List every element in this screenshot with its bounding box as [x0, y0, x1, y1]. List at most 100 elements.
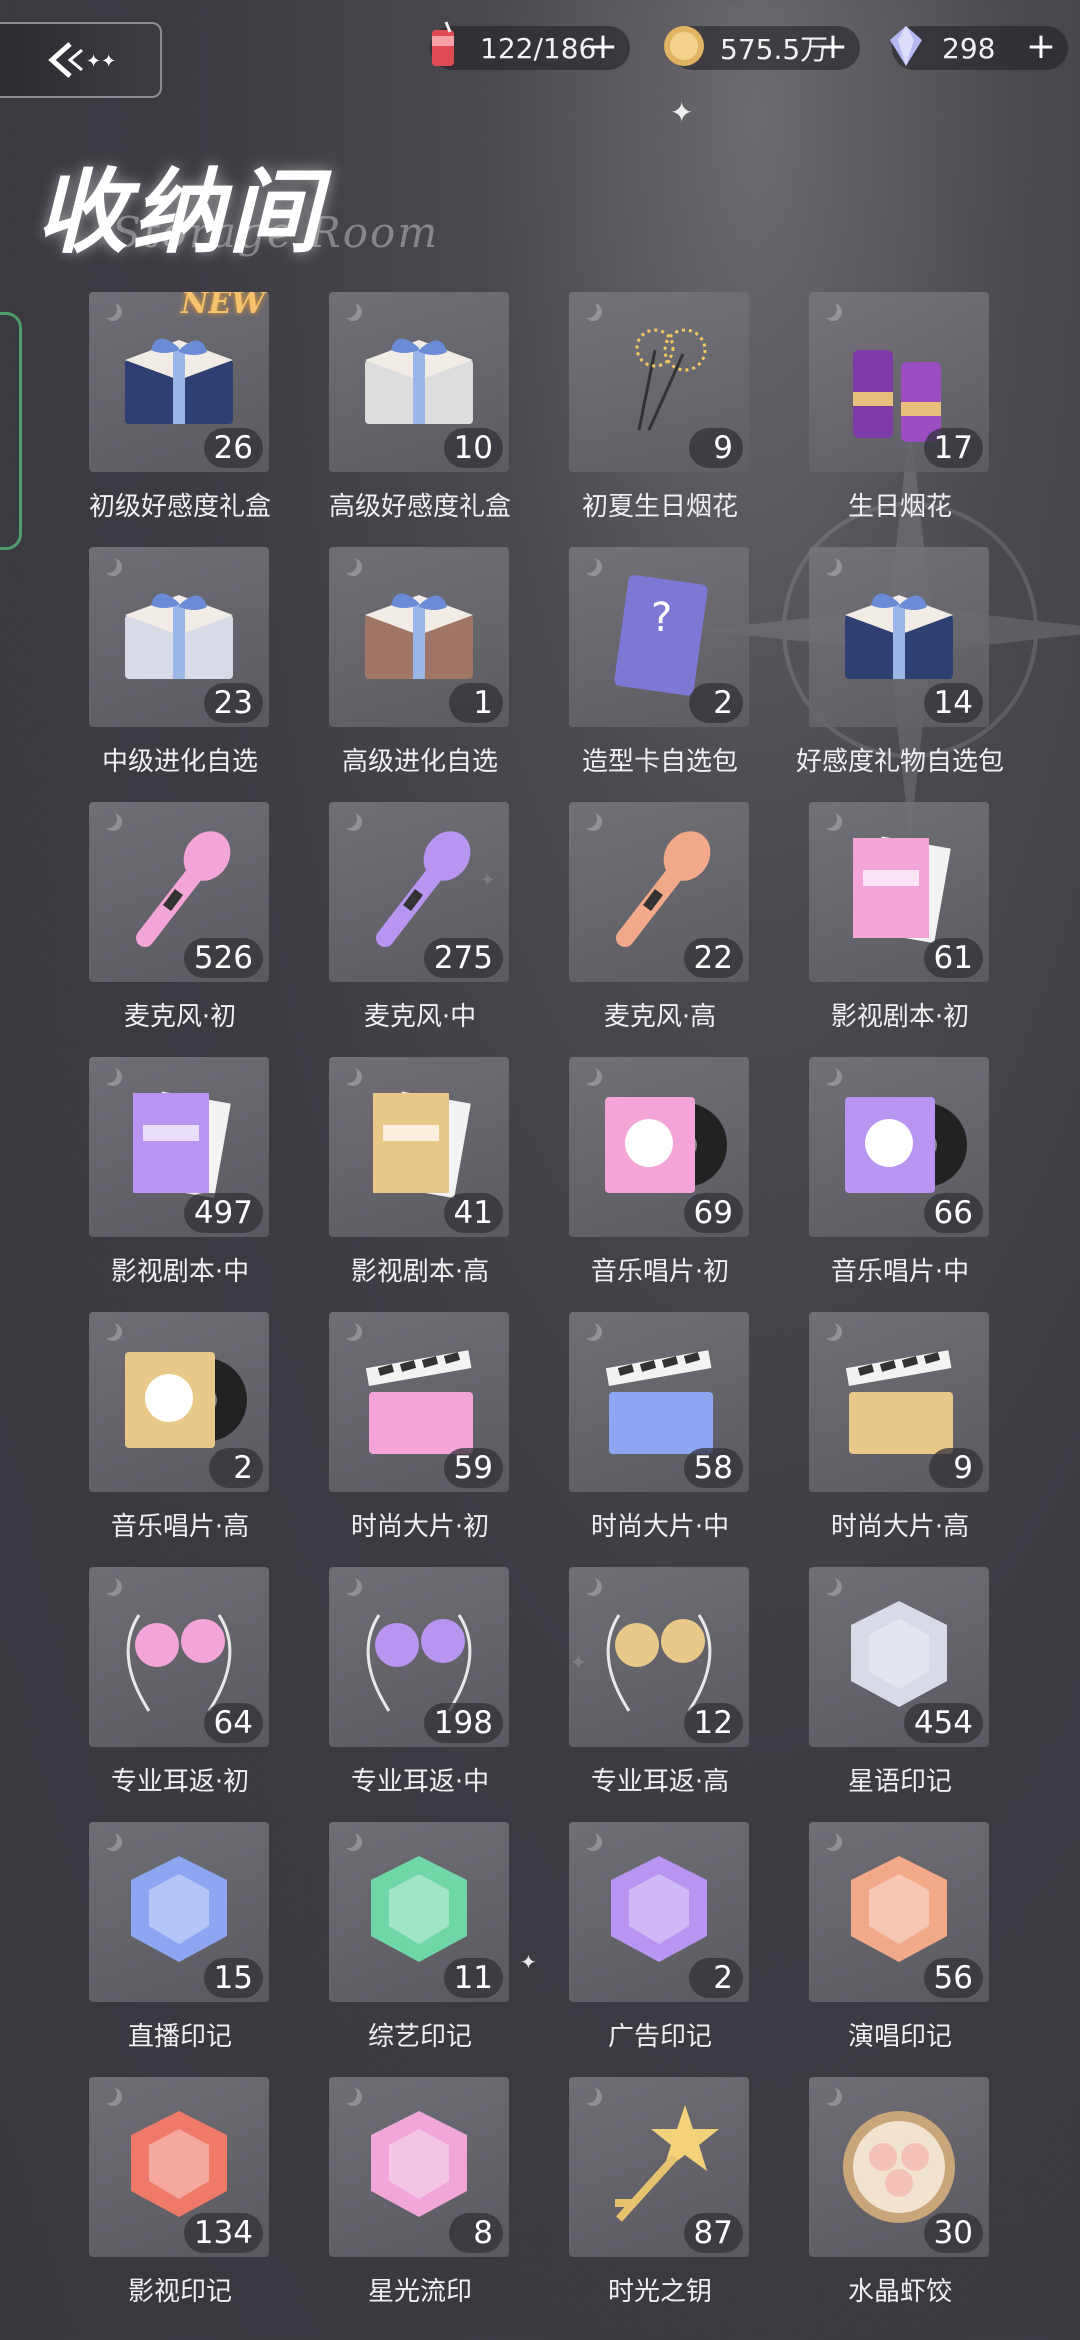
item-tile[interactable]: 61 [809, 802, 989, 982]
item-label: 广告印记 [607, 2022, 712, 2052]
item-tile[interactable]: 9 [569, 292, 749, 472]
item-label: 高级好感度礼盒 [328, 492, 511, 522]
item-label: 时尚大片·高 [830, 1512, 970, 1542]
add-gold-button[interactable]: + [818, 27, 848, 67]
storage-item[interactable]: 10 高级好感度礼盒 [300, 292, 540, 547]
back-button[interactable]: ✦✦ [0, 22, 162, 98]
storage-item[interactable]: 87 时光之钥 [540, 2077, 780, 2332]
item-tile[interactable]: ? 2 [569, 547, 749, 727]
item-label: 专业耳返·初 [110, 1767, 250, 1797]
item-label: 影视印记 [127, 2277, 232, 2307]
storage-item[interactable]: 454 星语印记 [780, 1567, 1020, 1822]
item-tile[interactable]: 2 [89, 1312, 269, 1492]
item-tile[interactable]: 41 [329, 1057, 509, 1237]
item-tile[interactable]: 134 [89, 2077, 269, 2257]
storage-item[interactable]: 30 水晶虾饺 [780, 2077, 1020, 2332]
storage-item[interactable]: 23 中级进化自选 [60, 547, 300, 802]
item-count: 12 [683, 1703, 743, 1743]
item-count: 11 [443, 1958, 503, 1998]
item-label: 时尚大片·初 [350, 1512, 490, 1542]
storage-item[interactable]: 17 生日烟花 [780, 292, 1020, 547]
storage-item[interactable]: 56 演唱印记 [780, 1822, 1020, 2077]
item-tile[interactable]: 15 [89, 1822, 269, 2002]
storage-item[interactable]: ? 2 造型卡自选包 [540, 547, 780, 802]
storage-item[interactable]: 14 好感度礼物自选包 [780, 547, 1020, 802]
item-tile[interactable]: 23 [89, 547, 269, 727]
storage-item[interactable]: 9 初夏生日烟花 [540, 292, 780, 547]
item-count: 15 [203, 1958, 263, 1998]
item-tile[interactable]: 66 [809, 1057, 989, 1237]
storage-item[interactable]: 41 影视剧本·高 [300, 1057, 540, 1312]
item-count: 69 [683, 1193, 743, 1233]
item-tile[interactable]: 9 [809, 1312, 989, 1492]
item-tile[interactable]: 1 [329, 547, 509, 727]
item-count: 14 [923, 683, 983, 723]
item-tile[interactable]: 497 [89, 1057, 269, 1237]
item-tile[interactable]: 87 [569, 2077, 749, 2257]
storage-item[interactable]: 9 时尚大片·高 [780, 1312, 1020, 1567]
storage-item[interactable]: 58 时尚大片·中 [540, 1312, 780, 1567]
item-label: 专业耳返·中 [350, 1767, 490, 1797]
item-tile[interactable]: 22 [569, 802, 749, 982]
item-label: 综艺印记 [367, 2022, 472, 2052]
svg-text:?: ? [651, 595, 672, 641]
item-count: 275 [423, 938, 503, 978]
item-tile[interactable]: 11 [329, 1822, 509, 2002]
storage-item[interactable]: NEW 26 初级好感度礼盒 [60, 292, 300, 547]
item-tile[interactable]: 17 [809, 292, 989, 472]
storage-item[interactable]: 15 直播印记 [60, 1822, 300, 2077]
item-count: 17 [923, 428, 983, 468]
storage-item[interactable]: 66 音乐唱片·中 [780, 1057, 1020, 1312]
item-label: 影视剧本·初 [830, 1002, 970, 1032]
svg-text:✦✦: ✦✦ [86, 51, 116, 72]
storage-item[interactable]: 22 麦克风·高 [540, 802, 780, 1057]
item-tile[interactable]: 10 [329, 292, 509, 472]
item-label: 麦克风·中 [363, 1002, 477, 1032]
storage-item[interactable]: 2 广告印记 [540, 1822, 780, 2077]
item-tile[interactable]: 8 [329, 2077, 509, 2257]
item-count: 454 [903, 1703, 983, 1743]
storage-item[interactable]: 64 专业耳返·初 [60, 1567, 300, 1822]
storage-item[interactable]: 275 麦克风·中 [300, 802, 540, 1057]
diamond-value: 298 [942, 31, 996, 65]
storage-item[interactable]: 11 综艺印记 [300, 1822, 540, 2077]
energy-drink-icon [432, 21, 454, 66]
item-tile[interactable]: 59 [329, 1312, 509, 1492]
item-tile[interactable]: 2 [569, 1822, 749, 2002]
item-label: 好感度礼物自选包 [795, 747, 1004, 777]
item-tile[interactable]: 198 [329, 1567, 509, 1747]
item-count: 23 [203, 683, 263, 723]
add-energy-button[interactable]: + [588, 27, 618, 67]
item-tile[interactable]: 69 [569, 1057, 749, 1237]
item-tile[interactable]: 14 [809, 547, 989, 727]
add-diamond-button[interactable]: + [1026, 27, 1056, 67]
side-drawer-tab[interactable] [0, 312, 22, 550]
storage-item[interactable]: 69 音乐唱片·初 [540, 1057, 780, 1312]
item-label: 中级进化自选 [101, 747, 258, 777]
storage-item[interactable]: 198 专业耳返·中 [300, 1567, 540, 1822]
storage-item[interactable]: 1 高级进化自选 [300, 547, 540, 802]
item-label: 时光之钥 [607, 2277, 712, 2307]
storage-item[interactable]: 497 影视剧本·中 [60, 1057, 300, 1312]
item-tile[interactable]: NEW 26 [89, 292, 269, 472]
item-tile[interactable]: 12 [569, 1567, 749, 1747]
item-tile[interactable]: 56 [809, 1822, 989, 2002]
item-tile[interactable]: 526 [89, 802, 269, 982]
storage-item[interactable]: 12 专业耳返·高 [540, 1567, 780, 1822]
storage-item[interactable]: 61 影视剧本·初 [780, 802, 1020, 1057]
storage-item[interactable]: 134 影视印记 [60, 2077, 300, 2332]
item-count: 58 [683, 1448, 743, 1488]
storage-item[interactable]: 526 麦克风·初 [60, 802, 300, 1057]
item-tile[interactable]: 58 [569, 1312, 749, 1492]
storage-item[interactable]: 8 星光流印 [300, 2077, 540, 2332]
item-tile[interactable]: 275 [329, 802, 509, 982]
item-tile[interactable]: 30 [809, 2077, 989, 2257]
item-tile[interactable]: 64 [89, 1567, 269, 1747]
diamond-icon [890, 26, 922, 66]
item-tile[interactable]: 454 [809, 1567, 989, 1747]
storage-item[interactable]: 59 时尚大片·初 [300, 1312, 540, 1567]
storage-item[interactable]: 2 音乐唱片·高 [60, 1312, 300, 1567]
item-label: 水晶虾饺 [847, 2277, 952, 2307]
item-label: 星语印记 [847, 1767, 952, 1797]
item-count: 8 [449, 2213, 503, 2253]
